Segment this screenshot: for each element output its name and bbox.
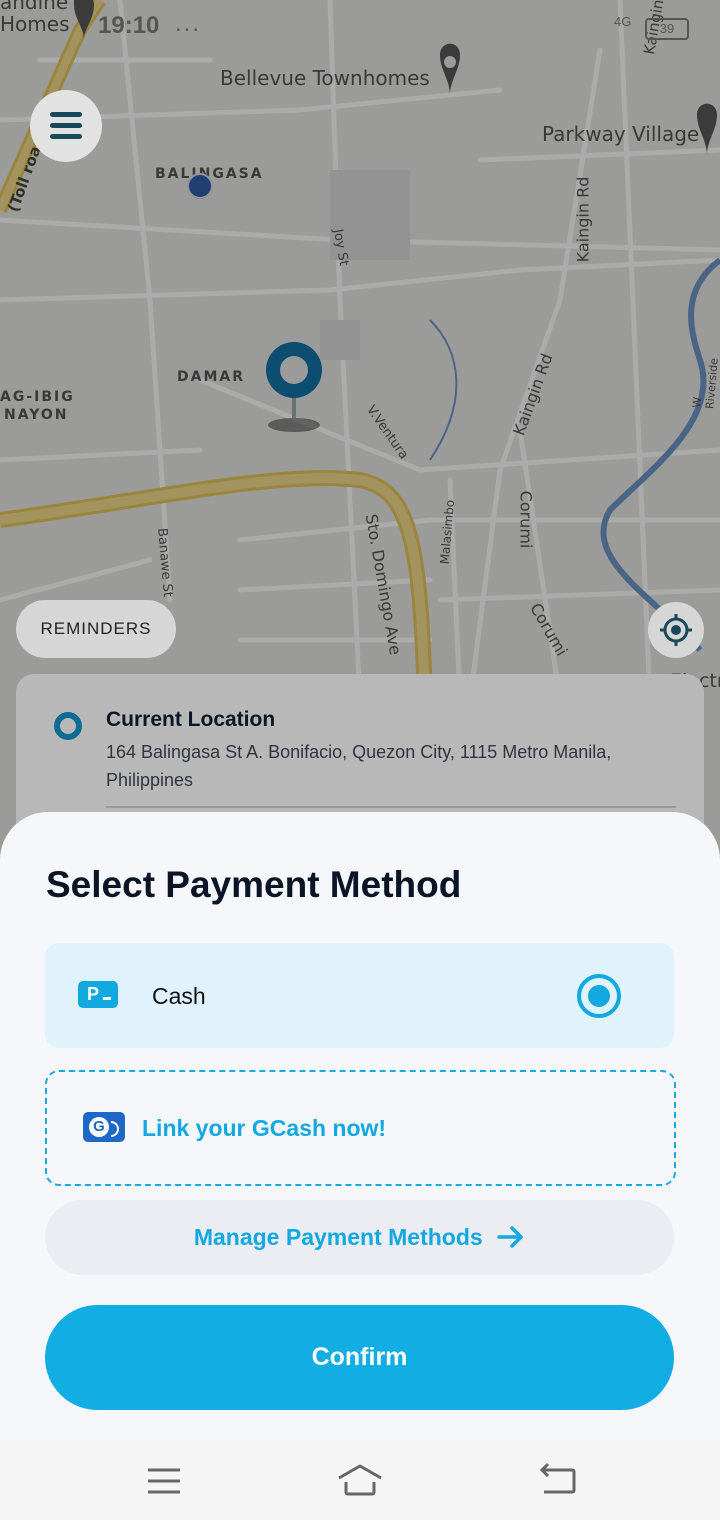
link-gcash-option[interactable]: G Link your GCash now! [45, 1070, 676, 1186]
link-gcash-label: Link your GCash now! [142, 1115, 387, 1141]
divider [106, 806, 676, 808]
cash-radio-selected[interactable] [577, 974, 621, 1018]
gcash-icon-glyph: G [89, 1117, 109, 1137]
payment-method-sheet: Select Payment Method P Cash G Link your… [0, 812, 720, 1452]
menu-icon-line [50, 134, 82, 139]
menu-button[interactable] [30, 90, 102, 162]
current-location-address: 164 Balingasa St A. Bonifacio, Quezon Ci… [106, 742, 612, 790]
cash-label: Cash [152, 983, 206, 1009]
status-signal: 4G [614, 14, 632, 29]
battery-icon: 39 [645, 18, 689, 40]
manage-payment-methods-label: Manage Payment Methods [193, 1224, 483, 1250]
current-location-title: Current Location [106, 708, 276, 731]
menu-icon [50, 112, 82, 117]
status-time: 19:10 [98, 12, 160, 39]
reminders-button[interactable]: REMINDERS [16, 600, 176, 658]
crosshair-icon [660, 614, 692, 646]
recent-apps-icon[interactable] [144, 1460, 184, 1500]
cash-icon-glyph: P [87, 984, 100, 1004]
gcash-wave [111, 1121, 119, 1137]
sheet-title: Select Payment Method [46, 864, 462, 905]
confirm-button[interactable]: Confirm [45, 1305, 674, 1410]
back-icon[interactable] [538, 1460, 578, 1500]
status-dots: ... [175, 10, 202, 37]
cash-icon: P [78, 981, 118, 1008]
home-icon[interactable] [336, 1460, 384, 1500]
location-ring-icon [54, 712, 82, 740]
system-nav-bar [0, 1440, 720, 1520]
menu-icon-line [50, 123, 82, 128]
status-bar: 19:10 ... 4G 39 [0, 10, 720, 44]
manage-payment-methods-button[interactable]: Manage Payment Methods [45, 1200, 674, 1275]
gcash-icon: G [83, 1112, 125, 1142]
cash-icon-dash [103, 997, 111, 1000]
arrow-right-icon [497, 1225, 523, 1248]
locate-me-button[interactable] [648, 602, 704, 658]
payment-option-cash[interactable]: P Cash [45, 943, 674, 1048]
radio-dot [588, 985, 610, 1007]
